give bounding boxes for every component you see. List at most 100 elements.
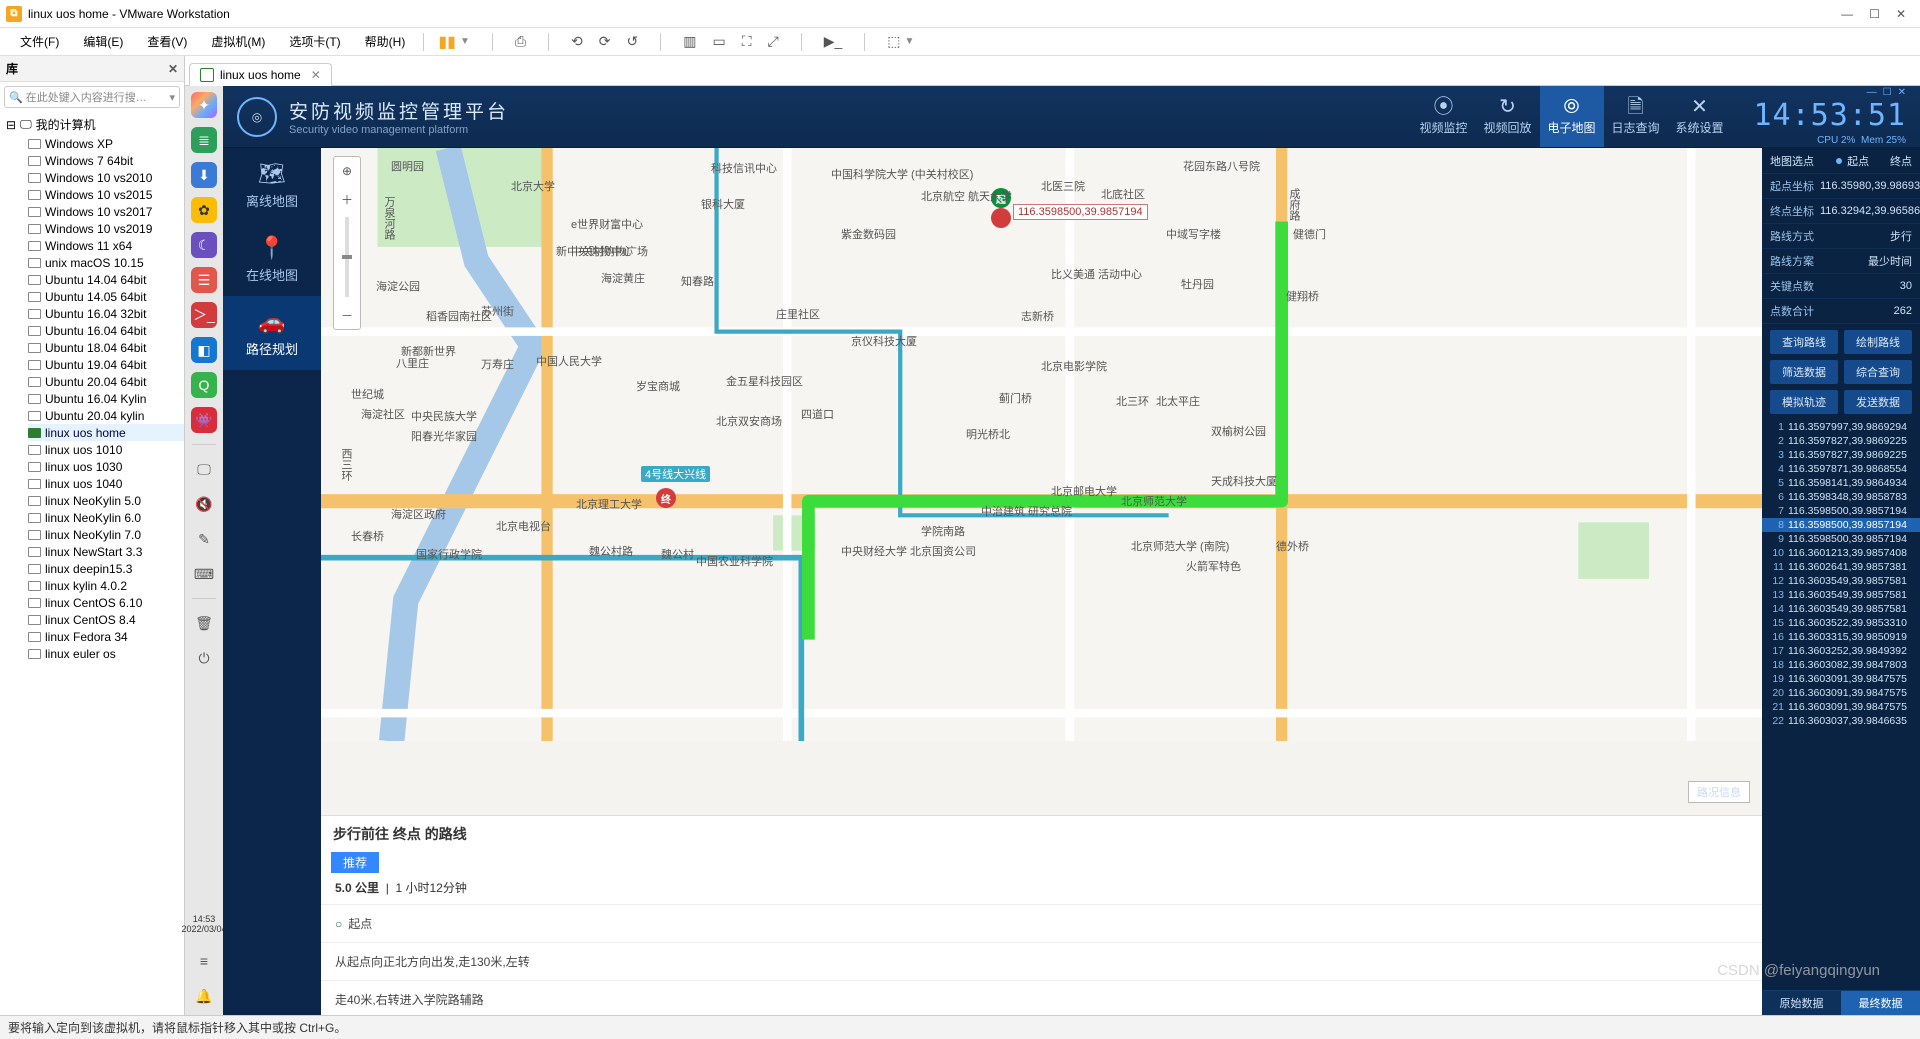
vm-tree-item[interactable]: linux uos home <box>28 424 184 441</box>
console-icon[interactable]: ▶_ <box>824 33 843 50</box>
vm-tree-item[interactable]: Windows 7 64bit <box>28 152 184 169</box>
collapse-icon[interactable]: ⊟ <box>6 118 16 132</box>
dock-power-icon[interactable]: ⏻ <box>191 645 217 671</box>
view-icon[interactable]: ⛶ <box>742 33 752 50</box>
coord-row[interactable]: 3116.3597827,39.9869225 <box>1762 448 1920 462</box>
coord-row[interactable]: 6116.3598348,39.9858783 <box>1762 490 1920 504</box>
nav-item[interactable]: ⦿视频监控 <box>1412 86 1476 147</box>
coord-list[interactable]: 1116.3597997,39.98692942116.3597827,39.9… <box>1762 420 1920 990</box>
dock-app[interactable]: ✿ <box>191 197 217 223</box>
vm-tree-item[interactable]: linux uos 1030 <box>28 458 184 475</box>
coord-row[interactable]: 16116.3603315,39.9850919 <box>1762 630 1920 644</box>
coord-row[interactable]: 13116.3603549,39.9857581 <box>1762 588 1920 602</box>
coord-row[interactable]: 18116.3603082,39.9847803 <box>1762 658 1920 672</box>
mini-maximize[interactable]: ☐ <box>1883 87 1892 98</box>
coord-row[interactable]: 8116.3598500,39.9857194 <box>1762 518 1920 532</box>
coord-row[interactable]: 7116.3598500,39.9857194 <box>1762 504 1920 518</box>
action-button[interactable]: 查询路线 <box>1770 330 1838 354</box>
end-pin-icon[interactable]: 终 <box>656 488 676 508</box>
menu-help[interactable]: 帮助(H) <box>353 29 418 54</box>
mini-minimize[interactable]: — <box>1867 87 1877 98</box>
dock-app[interactable]: ☾ <box>191 232 217 258</box>
vm-tree-item[interactable]: Ubuntu 20.04 kylin <box>28 407 184 424</box>
map-mode-item[interactable]: 🚗路径规划 <box>223 296 321 370</box>
menu-tabs[interactable]: 选项卡(T) <box>277 29 352 54</box>
map-canvas[interactable]: ⊕ ＋ － 起 116.3598500,39.9857194 终 路况信息 <box>321 148 1762 815</box>
nav-item[interactable]: ↻视频回放 <box>1476 86 1540 147</box>
dock-files[interactable]: ≣ <box>191 127 217 153</box>
recommended-badge[interactable]: 推荐 <box>331 852 379 873</box>
dock-app[interactable]: 👾 <box>191 407 217 433</box>
action-button[interactable]: 发送数据 <box>1844 390 1912 414</box>
nav-item[interactable]: ⦾电子地图 <box>1540 86 1604 147</box>
library-search[interactable]: 🔍 在此处键入内容进行搜… ▾ <box>4 86 180 108</box>
vm-tab[interactable]: linux uos home ✕ <box>189 63 332 86</box>
vm-tree-item[interactable]: linux deepin15.3 <box>28 560 184 577</box>
zoom-slider[interactable] <box>345 217 349 297</box>
coord-row[interactable]: 17116.3603252,39.9849392 <box>1762 644 1920 658</box>
dock-keyboard-icon[interactable]: ⌨ <box>191 561 217 587</box>
vm-tree-item[interactable]: linux CentOS 8.4 <box>28 611 184 628</box>
map-zoom-control[interactable]: ⊕ ＋ － <box>333 156 361 330</box>
vm-tree-item[interactable]: Ubuntu 19.04 64bit <box>28 356 184 373</box>
vm-tree-item[interactable]: linux NeoKylin 5.0 <box>28 492 184 509</box>
vm-tree-item[interactable]: Ubuntu 16.04 32bit <box>28 305 184 322</box>
dock-app[interactable]: ◧ <box>191 337 217 363</box>
vm-tree-item[interactable]: Windows XP <box>28 135 184 152</box>
view-icon[interactable]: ▥ <box>683 33 696 50</box>
vm-tree-item[interactable]: Windows 10 vs2017 <box>28 203 184 220</box>
zoom-in-button[interactable]: ＋ <box>341 185 353 213</box>
vm-tree-item[interactable]: linux uos 1010 <box>28 441 184 458</box>
dock-trash-icon[interactable]: 🗑 <box>191 610 217 636</box>
dock-app[interactable]: Q <box>191 372 217 398</box>
start-radio[interactable]: ● 起点 <box>1835 152 1869 169</box>
map-mode-item[interactable]: 🗺离线地图 <box>223 148 321 222</box>
tree-root[interactable]: ⊟ 🖵 我的计算机 <box>0 114 184 135</box>
vm-tree-item[interactable]: Ubuntu 16.04 64bit <box>28 322 184 339</box>
dock-edit-icon[interactable]: ✎ <box>191 526 217 552</box>
nav-item[interactable]: 🗎日志查询 <box>1604 86 1668 147</box>
coord-row[interactable]: 20116.3603091,39.9847575 <box>1762 686 1920 700</box>
map-mode-item[interactable]: 📍在线地图 <box>223 222 321 296</box>
dock-desktop-icon[interactable]: 🖵 <box>191 456 217 482</box>
vm-tree-item[interactable]: unix macOS 10.15 <box>28 254 184 271</box>
coord-row[interactable]: 19116.3603091,39.9847575 <box>1762 672 1920 686</box>
dropdown-icon[interactable]: ▼ <box>905 36 915 47</box>
menu-edit[interactable]: 编辑(E) <box>71 29 135 54</box>
coord-row[interactable]: 5116.3598141,39.9864934 <box>1762 476 1920 490</box>
pause-icon[interactable]: ▮▮ <box>438 32 456 52</box>
tool-icon[interactable]: ⬚ <box>887 33 900 50</box>
vm-tree-item[interactable]: Windows 10 vs2019 <box>28 220 184 237</box>
vm-tree-item[interactable]: linux uos 1040 <box>28 475 184 492</box>
vm-tree-item[interactable]: Windows 10 vs2010 <box>28 169 184 186</box>
menu-vm[interactable]: 虚拟机(M) <box>199 29 277 54</box>
coord-row[interactable]: 10116.3601213,39.9857408 <box>1762 546 1920 560</box>
vm-tree-item[interactable]: linux NeoKylin 6.0 <box>28 509 184 526</box>
dock-launcher[interactable]: ✦ <box>191 92 217 118</box>
coord-row[interactable]: 22116.3603037,39.9846635 <box>1762 714 1920 728</box>
tool-icon[interactable]: ↺ <box>627 33 639 50</box>
vm-tree-item[interactable]: Windows 10 vs2015 <box>28 186 184 203</box>
close-icon[interactable]: ✕ <box>311 68 321 82</box>
coord-row[interactable]: 14116.3603549,39.9857581 <box>1762 602 1920 616</box>
vm-tree-item[interactable]: Ubuntu 14.04 64bit <box>28 271 184 288</box>
menu-view[interactable]: 查看(V) <box>135 29 199 54</box>
dock-sound-icon[interactable]: 🔇 <box>191 491 217 517</box>
end-radio[interactable]: 终点 <box>1890 153 1912 169</box>
coord-row[interactable]: 11116.3602641,39.9857381 <box>1762 560 1920 574</box>
marker-pin-icon[interactable] <box>991 208 1011 228</box>
view-icon[interactable]: ⤢ <box>768 33 779 50</box>
vm-tree-item[interactable]: linux euler os <box>28 645 184 662</box>
coord-row[interactable]: 21116.3603091,39.9847575 <box>1762 700 1920 714</box>
maximize-button[interactable]: ☐ <box>1869 7 1880 21</box>
menu-file[interactable]: 文件(F) <box>8 29 71 54</box>
dock-app[interactable]: ☰ <box>191 267 217 293</box>
minimize-button[interactable]: — <box>1841 7 1853 21</box>
coord-row[interactable]: 1116.3597997,39.9869294 <box>1762 420 1920 434</box>
view-icon[interactable]: ▭ <box>712 33 725 50</box>
chevron-down-icon[interactable]: ▾ <box>169 91 175 104</box>
compass-icon[interactable]: ⊕ <box>342 157 352 185</box>
tool-icon[interactable]: ⟳ <box>599 33 611 50</box>
traffic-info-button[interactable]: 路况信息 <box>1688 781 1750 803</box>
mini-close[interactable]: ✕ <box>1898 87 1906 98</box>
